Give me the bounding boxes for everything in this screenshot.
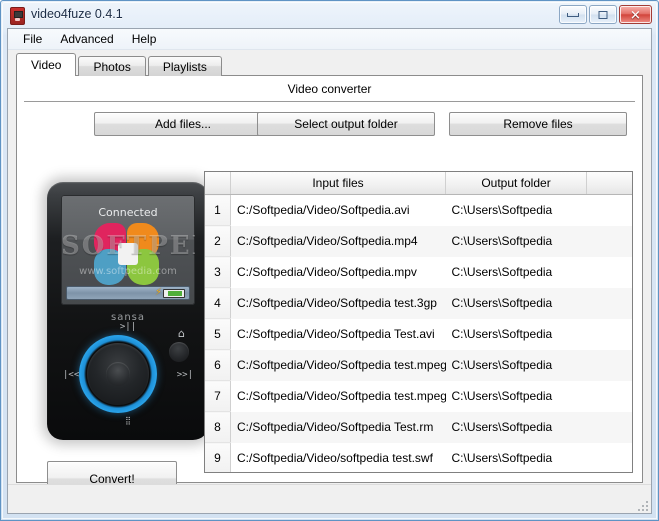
table-row[interactable]: 2 C:/Softpedia/Video/Softpedia.mp4 C:\Us… [205,225,632,257]
table-row[interactable]: 9 C:/Softpedia/Video/softpedia test.swf … [205,442,633,473]
row-input-file: C:/Softpedia/Video/Softpedia test.mpeg.i… [237,389,446,403]
tab-panel-video: Video converter Add files... Select outp… [16,75,643,497]
row-spacer [587,195,633,226]
maximize-button[interactable] [589,5,617,24]
row-spacer [587,257,633,288]
tab-strip: Video Photos Playlists [16,53,224,76]
row-number: 6 [205,349,231,381]
row-number: 2 [205,225,231,257]
menu-item-file[interactable]: File [14,29,51,49]
close-button[interactable]: ✕ [619,5,652,24]
row-input-file: C:/Softpedia/Video/Softpedia test.mpeg [230,349,446,381]
row-output-folder: C:\Users\Softpedia [451,265,553,279]
click-wheel[interactable] [79,335,157,413]
maximize-icon [598,10,608,19]
select-button[interactable] [106,362,130,386]
mp3-player-icon [10,7,25,25]
row-input-file: C:/Softpedia/Video/Softpedia Test.avi [237,327,435,341]
column-header-row-number[interactable] [205,172,231,195]
row-number: 4 [205,287,231,319]
row-output-folder: C:\Users\Softpedia [445,411,587,443]
row-number: 1 [205,194,231,226]
row-output-folder: C:\Users\Softpedia [451,203,553,218]
row-spacer [587,443,633,473]
menu-item-help[interactable]: Help [123,29,166,49]
flower-center [118,243,138,265]
row-spacer [586,349,632,381]
home-icon: ⌂ [178,327,185,340]
resize-grip[interactable] [636,499,648,511]
row-output-folder: C:\Users\Softpedia [451,327,553,341]
tab-playlists[interactable]: Playlists [147,56,222,76]
menu-bar: File Advanced Help [8,29,651,50]
device-screen: Connected SOFTPEDIATM www [61,195,195,305]
row-output-folder: C:\Users\Softpedia [445,287,587,319]
group-separator [24,101,635,102]
row-spacer [587,381,633,412]
add-files-button[interactable]: Add files... [94,112,272,136]
window-title: video4fuze 0.4.1 [31,7,123,21]
bottom-label: ⣿ [125,416,131,425]
action-button-row: Add files... Select output folder Remove… [17,112,642,136]
row-number: 5 [205,318,231,350]
table-row[interactable]: 6 C:/Softpedia/Video/Softpedia test.mpeg… [205,349,632,381]
windows-flower-logo [94,223,162,285]
table-header-row: Input files Output folder [205,172,632,195]
column-header-input-files[interactable]: Input files [230,172,446,195]
previous-label: |<< [63,370,80,380]
device-status-bar: ⚡ [66,286,190,300]
group-title: Video converter [287,82,372,96]
tab-video[interactable]: Video [16,53,77,76]
click-wheel-inner[interactable] [87,343,149,405]
home-button[interactable] [169,342,189,362]
row-input-file: C:/Softpedia/Video/Softpedia Test.rm [230,411,446,443]
file-list-table[interactable]: Input files Output folder 1 C:/Softpedia… [204,171,633,473]
table-body: 1 C:/Softpedia/Video/Softpedia.avi C:\Us… [205,194,633,473]
row-number: 9 [205,442,231,472]
column-header-spacer[interactable] [586,172,632,195]
device-screen-status: Connected [98,206,158,219]
table-row[interactable]: 4 C:/Softpedia/Video/Softpedia test.3gp … [205,287,632,319]
row-output-folder: C:\Users\Softpedia [445,349,587,381]
table-row[interactable]: 5 C:/Softpedia/Video/Softpedia Test.avi … [205,318,633,350]
select-output-folder-button[interactable]: Select output folder [257,112,435,136]
minimize-button[interactable] [559,5,587,24]
application-window: video4fuze 0.4.1 ✕ File Advanced Help Vi… [0,0,659,521]
charging-bolt-icon: ⚡ [154,287,162,298]
row-spacer [587,319,633,350]
row-spacer [586,287,632,319]
table-row[interactable]: 1 C:/Softpedia/Video/Softpedia.avi C:\Us… [205,194,633,226]
window-frame-inner: video4fuze 0.4.1 ✕ File Advanced Help Vi… [2,2,657,519]
row-input-file: C:/Softpedia/Video/softpedia test.swf [237,451,433,465]
row-input-file: C:/Softpedia/Video/Softpedia.mp4 [230,225,446,257]
next-label: >>| [176,370,193,380]
client-area: File Advanced Help Video Photos Playlist… [7,28,652,514]
row-number: 8 [205,411,231,443]
close-icon: ✕ [630,7,641,22]
table-row[interactable]: 7 C:/Softpedia/Video/Softpedia test.mpeg… [205,380,633,412]
row-output-folder: C:\Users\Softpedia [451,451,553,465]
status-bar [8,484,651,513]
row-input-file: C:/Softpedia/Video/Softpedia.avi [237,203,410,218]
menu-item-advanced[interactable]: Advanced [51,29,122,49]
row-output-folder: C:\Users\Softpedia [451,389,553,403]
battery-icon [163,289,185,298]
row-spacer [586,225,632,257]
table-row[interactable]: 8 C:/Softpedia/Video/Softpedia Test.rm C… [205,411,632,443]
table-row[interactable]: 3 C:/Softpedia/Video/Softpedia.mpv C:\Us… [205,256,633,288]
row-number: 3 [205,256,231,288]
row-input-file: C:/Softpedia/Video/Softpedia.mpv [237,265,417,279]
device-preview: Connected SOFTPEDIATM www [37,176,217,446]
row-number: 7 [205,380,231,412]
title-bar: video4fuze 0.4.1 ✕ [2,2,657,28]
sansa-fuze-device: Connected SOFTPEDIATM www [47,182,209,440]
row-spacer [586,411,632,443]
column-header-output-folder[interactable]: Output folder [445,172,587,195]
minimize-icon [567,12,579,17]
tab-photos[interactable]: Photos [78,56,146,76]
remove-files-button[interactable]: Remove files [449,112,627,136]
row-output-folder: C:\Users\Softpedia [445,225,587,257]
row-input-file: C:/Softpedia/Video/Softpedia test.3gp [230,287,446,319]
window-controls: ✕ [559,5,652,24]
